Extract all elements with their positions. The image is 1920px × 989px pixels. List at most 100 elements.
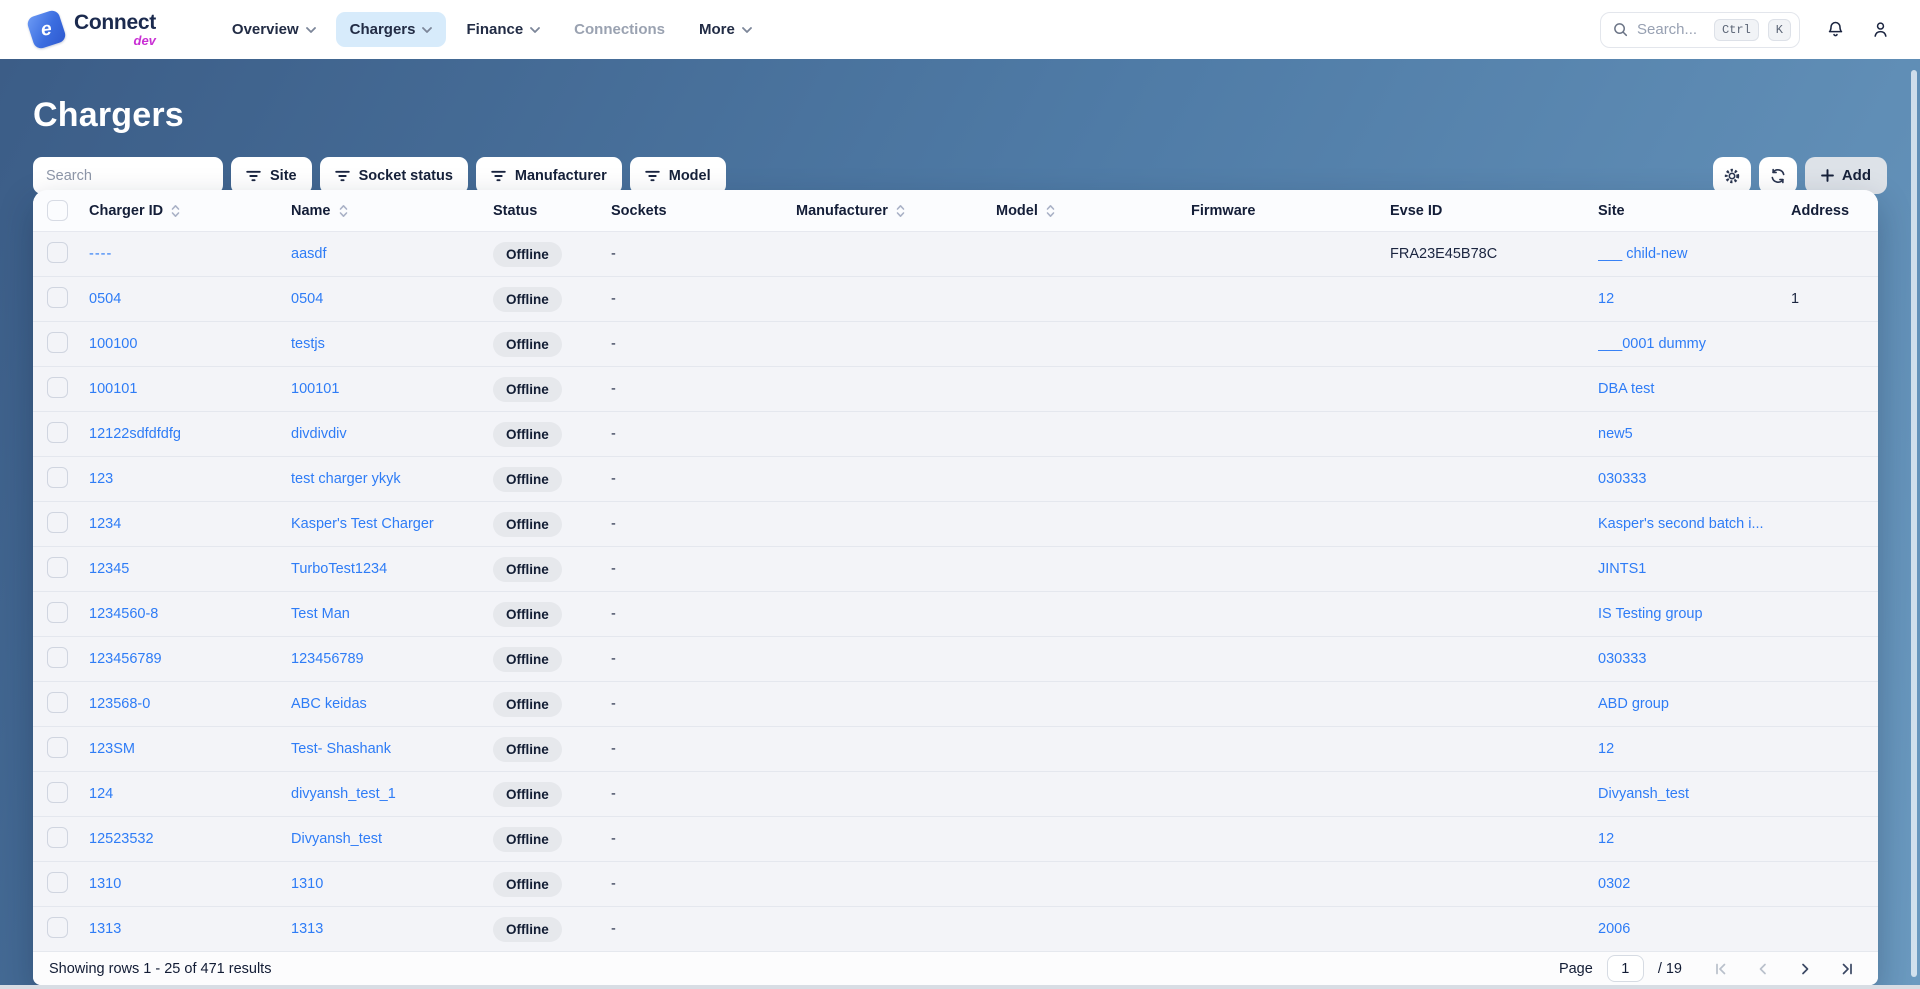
table-row[interactable]: 0504 0504 Offline - 12 1 — [33, 277, 1878, 322]
table-row[interactable]: 123SM Test- Shashank Offline - 12 — [33, 727, 1878, 772]
row-checkbox[interactable] — [47, 827, 68, 848]
site-link[interactable]: 0302 — [1598, 876, 1630, 892]
table-row[interactable]: 1234560-8 Test Man Offline - IS Testing … — [33, 592, 1878, 637]
site-link[interactable]: new5 — [1598, 426, 1633, 442]
last-page-button[interactable] — [1838, 960, 1856, 978]
table-row[interactable]: ---- aasdf Offline - FRA23E45B78C ___ ch… — [33, 232, 1878, 277]
charger-id-link[interactable]: 1310 — [89, 876, 121, 892]
site-link[interactable]: 030333 — [1598, 471, 1646, 487]
filter-site-button[interactable]: Site — [231, 157, 312, 194]
column-header-charger-id[interactable]: Charger ID — [89, 203, 291, 219]
charger-name-link[interactable]: 123456789 — [291, 651, 364, 667]
charger-name-link[interactable]: 0504 — [291, 291, 323, 307]
table-row[interactable]: 1313 1313 Offline - 2006 — [33, 907, 1878, 951]
row-checkbox[interactable] — [47, 332, 68, 353]
nav-item-finance[interactable]: Finance — [452, 12, 554, 47]
charger-id-link[interactable]: 1234 — [89, 516, 121, 532]
row-checkbox[interactable] — [47, 737, 68, 758]
charger-id-link[interactable]: ---- — [89, 246, 112, 262]
row-checkbox[interactable] — [47, 287, 68, 308]
table-row[interactable]: 1310 1310 Offline - 0302 — [33, 862, 1878, 907]
charger-name-link[interactable]: divyansh_test_1 — [291, 786, 396, 802]
first-page-button[interactable] — [1712, 960, 1730, 978]
charger-id-link[interactable]: 123SM — [89, 741, 135, 757]
app-logo[interactable]: e Connect dev — [30, 12, 156, 47]
row-checkbox[interactable] — [47, 512, 68, 533]
filter-manufacturer-button[interactable]: Manufacturer — [476, 157, 622, 194]
charger-id-link[interactable]: 12345 — [89, 561, 129, 577]
charger-name-link[interactable]: 1310 — [291, 876, 323, 892]
global-search-input[interactable]: Search... Ctrl K — [1600, 12, 1800, 48]
charger-name-link[interactable]: test charger ykyk — [291, 471, 401, 487]
charger-name-link[interactable]: aasdf — [291, 246, 326, 262]
charger-id-link[interactable]: 123 — [89, 471, 113, 487]
site-link[interactable]: Kasper's second batch i... — [1598, 516, 1764, 532]
site-link[interactable]: ___0001 dummy — [1598, 336, 1706, 352]
previous-page-button[interactable] — [1754, 960, 1772, 978]
charger-name-link[interactable]: 1313 — [291, 921, 323, 937]
site-link[interactable]: 12 — [1598, 291, 1614, 307]
site-link[interactable]: DBA test — [1598, 381, 1654, 397]
charger-name-link[interactable]: Kasper's Test Charger — [291, 516, 434, 532]
charger-id-link[interactable]: 124 — [89, 786, 113, 802]
charger-id-link[interactable]: 100101 — [89, 381, 137, 397]
table-row[interactable]: 100101 100101 Offline - DBA test — [33, 367, 1878, 412]
charger-name-link[interactable]: ABC keidas — [291, 696, 367, 712]
sort-icon[interactable] — [895, 204, 906, 218]
add-charger-button[interactable]: Add — [1805, 157, 1887, 194]
row-checkbox[interactable] — [47, 782, 68, 803]
table-search-input[interactable] — [33, 157, 223, 194]
sort-icon[interactable] — [338, 204, 349, 218]
table-row[interactable]: 100100 testjs Offline - ___0001 dummy — [33, 322, 1878, 367]
charger-name-link[interactable]: divdivdiv — [291, 426, 347, 442]
vertical-scrollbar[interactable] — [1911, 70, 1917, 977]
table-row[interactable]: 12122sdfdfdfg divdivdiv Offline - new5 — [33, 412, 1878, 457]
row-checkbox[interactable] — [47, 692, 68, 713]
row-checkbox[interactable] — [47, 467, 68, 488]
filter-model-button[interactable]: Model — [630, 157, 726, 194]
charger-id-link[interactable]: 12122sdfdfdfg — [89, 426, 181, 442]
table-settings-button[interactable] — [1713, 157, 1751, 194]
row-checkbox[interactable] — [47, 602, 68, 623]
page-number-input[interactable] — [1607, 955, 1644, 982]
charger-id-link[interactable]: 0504 — [89, 291, 121, 307]
notifications-button[interactable] — [1826, 20, 1845, 39]
site-link[interactable]: Divyansh_test — [1598, 786, 1689, 802]
site-link[interactable]: IS Testing group — [1598, 606, 1703, 622]
table-row[interactable]: 124 divyansh_test_1 Offline - Divyansh_t… — [33, 772, 1878, 817]
charger-name-link[interactable]: testjs — [291, 336, 325, 352]
row-checkbox[interactable] — [47, 422, 68, 443]
site-link[interactable]: 030333 — [1598, 651, 1646, 667]
site-link[interactable]: 2006 — [1598, 921, 1630, 937]
column-header-manufacturer[interactable]: Manufacturer — [796, 203, 996, 219]
charger-id-link[interactable]: 1234560-8 — [89, 606, 158, 622]
sort-icon[interactable] — [170, 204, 181, 218]
user-menu-button[interactable] — [1871, 20, 1890, 39]
row-checkbox[interactable] — [47, 872, 68, 893]
filter-socket-status-button[interactable]: Socket status — [320, 157, 468, 194]
charger-name-link[interactable]: Test- Shashank — [291, 741, 391, 757]
row-checkbox[interactable] — [47, 917, 68, 938]
column-header-model[interactable]: Model — [996, 203, 1191, 219]
row-checkbox[interactable] — [47, 242, 68, 263]
nav-item-connections[interactable]: Connections — [560, 12, 679, 47]
table-row[interactable]: 123456789 123456789 Offline - 030333 — [33, 637, 1878, 682]
refresh-button[interactable] — [1759, 157, 1797, 194]
charger-name-link[interactable]: Divyansh_test — [291, 831, 382, 847]
site-link[interactable]: ___ child-new — [1598, 246, 1687, 262]
site-link[interactable]: 12 — [1598, 741, 1614, 757]
table-row[interactable]: 123568-0 ABC keidas Offline - ABD group — [33, 682, 1878, 727]
row-checkbox[interactable] — [47, 377, 68, 398]
charger-name-link[interactable]: TurboTest1234 — [291, 561, 387, 577]
site-link[interactable]: 12 — [1598, 831, 1614, 847]
row-checkbox[interactable] — [47, 557, 68, 578]
sort-icon[interactable] — [1045, 204, 1056, 218]
table-row[interactable]: 123 test charger ykyk Offline - 030333 — [33, 457, 1878, 502]
table-row[interactable]: 1234 Kasper's Test Charger Offline - Kas… — [33, 502, 1878, 547]
table-row[interactable]: 12345 TurboTest1234 Offline - JINTS1 — [33, 547, 1878, 592]
row-checkbox[interactable] — [47, 647, 68, 668]
charger-id-link[interactable]: 100100 — [89, 336, 137, 352]
charger-name-link[interactable]: 100101 — [291, 381, 339, 397]
next-page-button[interactable] — [1796, 960, 1814, 978]
nav-item-overview[interactable]: Overview — [218, 12, 330, 47]
